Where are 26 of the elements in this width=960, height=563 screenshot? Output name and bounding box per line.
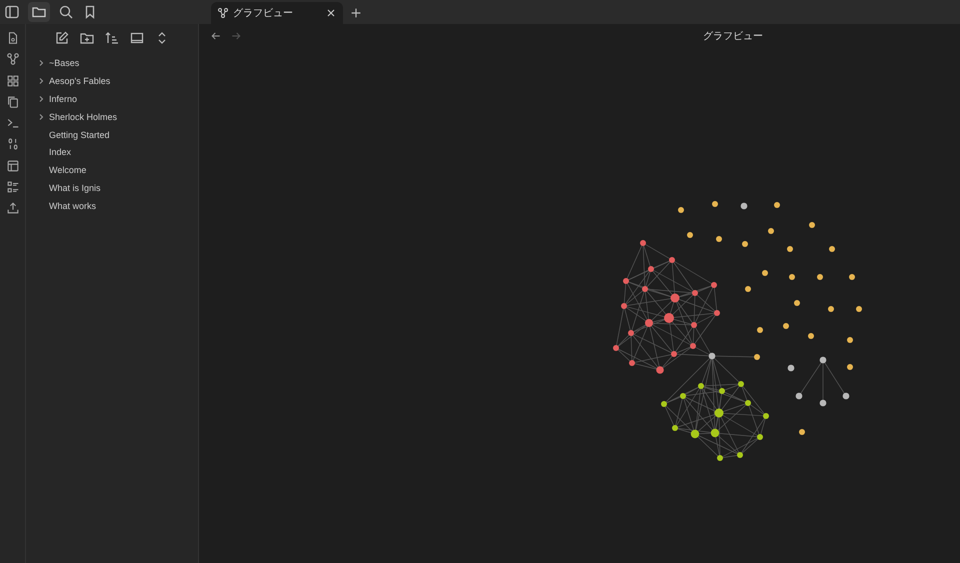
close-icon[interactable] (325, 7, 337, 19)
tab-label: グラフビュー (233, 7, 294, 20)
file-item[interactable]: What works (26, 197, 198, 216)
sidebar-toggle-icon[interactable] (4, 4, 20, 20)
folder-item[interactable]: Sherlock Holmes (26, 108, 198, 126)
folder-item[interactable]: ~Bases (26, 54, 198, 72)
file-item[interactable]: Getting Started (26, 126, 198, 144)
search-icon[interactable] (58, 4, 74, 20)
folder-item[interactable]: Aesop's Fables (26, 72, 198, 90)
folder-item[interactable]: Inferno (26, 90, 198, 108)
upload-icon[interactable] (6, 200, 20, 216)
layout-icon[interactable] (6, 158, 20, 174)
checklist-icon[interactable] (6, 179, 20, 196)
file-item[interactable]: Index (26, 143, 198, 162)
file-item[interactable]: Welcome (26, 161, 198, 180)
graph-icon[interactable] (6, 51, 20, 68)
view-title: グラフビュー (703, 30, 763, 42)
grid-icon[interactable] (6, 72, 20, 89)
graph-nodes[interactable] (613, 201, 862, 461)
copy-icon[interactable] (6, 94, 20, 110)
graph-tab[interactable]: グラフビュー (211, 2, 343, 24)
folder-button[interactable] (28, 2, 50, 22)
new-tab-icon[interactable] (349, 6, 363, 20)
file-item[interactable]: What is Ignis (26, 179, 198, 198)
graph-icon (217, 7, 229, 19)
binary-icon[interactable] (6, 136, 20, 152)
